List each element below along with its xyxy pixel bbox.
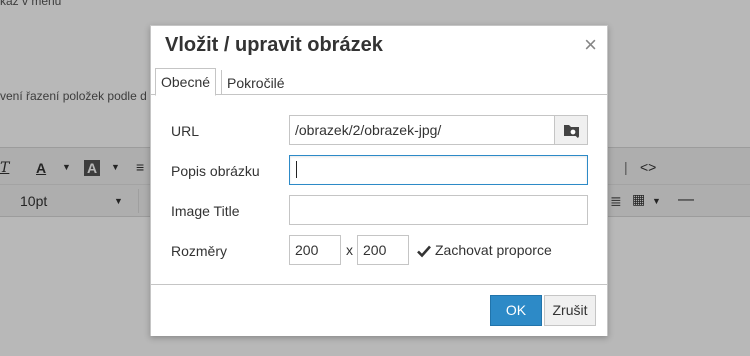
cancel-button[interactable]: Zrušit — [544, 295, 596, 326]
checkmark-icon — [417, 245, 431, 258]
description-label: Popis obrázku — [171, 163, 260, 179]
tab-general[interactable]: Obecné — [155, 68, 217, 96]
dialog-title: Vložit / upravit obrázek — [165, 34, 383, 56]
url-label: URL — [171, 123, 200, 139]
dialog-tabs: Obecné Pokročilé — [151, 64, 607, 96]
dialog-footer: OK Zrušit — [151, 284, 607, 336]
constrain-label[interactable]: Zachovat proporce — [435, 242, 552, 258]
image-dialog: Vložit / upravit obrázek × Obecné Pokroč… — [150, 25, 608, 336]
constrain-checkbox[interactable] — [416, 243, 432, 259]
dimensions-separator: x — [346, 242, 353, 258]
close-icon[interactable]: × — [584, 32, 597, 58]
browse-folder-icon — [564, 125, 580, 138]
url-input[interactable]: /obrazek/2/obrazek-jpg/ — [289, 115, 555, 145]
image-title-input[interactable] — [289, 195, 588, 225]
description-input[interactable] — [289, 155, 588, 185]
dimensions-label: Rozměry — [171, 243, 228, 259]
text-cursor — [296, 161, 297, 178]
width-input[interactable]: 200 — [289, 235, 341, 265]
height-input[interactable]: 200 — [357, 235, 409, 265]
browse-button[interactable] — [554, 115, 588, 145]
image-title-label: Image Title — [171, 203, 240, 219]
tab-advanced[interactable]: Pokročilé — [221, 70, 290, 94]
ok-button[interactable]: OK — [490, 295, 542, 326]
